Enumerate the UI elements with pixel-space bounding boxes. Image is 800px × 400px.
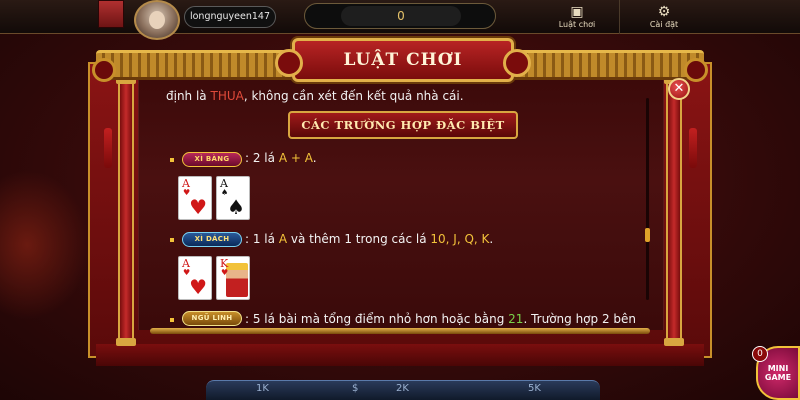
bullet-icon	[170, 318, 174, 322]
mini-game-label-1: MINI	[767, 364, 789, 373]
avatar[interactable]	[134, 0, 180, 40]
card-ace-spades: A ♠ ♠	[216, 176, 250, 220]
intro-text-before: định là	[166, 89, 211, 103]
case-highlight: 21	[508, 312, 524, 326]
background-decoration	[0, 170, 90, 320]
card-king-hearts: K ♥	[216, 256, 250, 300]
bet-bar: 1K $ 2K 5K	[206, 380, 600, 400]
case-text: và thêm 1 trong các lá	[287, 232, 431, 246]
heart-icon: ♥	[189, 195, 207, 219]
settings-button-label: Cài đặt	[649, 20, 679, 29]
bullet-icon	[170, 238, 174, 242]
case-highlight: 10, J, Q, K	[430, 232, 490, 246]
currency-icon: $	[352, 383, 359, 394]
scrollbar-track[interactable]	[646, 98, 649, 300]
heart-icon: ♥	[189, 275, 207, 299]
divider	[619, 0, 620, 34]
intro-text: định là THUA, không cần xét đến kết quả …	[166, 89, 464, 103]
case-highlight: A	[278, 232, 288, 246]
card-ace-hearts: A ♥ ♥	[178, 256, 212, 300]
top-bar: longnguyeen147 0 ▣ Luật chơi ⚙ Cài đặt	[0, 0, 800, 40]
xi-bang-description: : 2 lá A + A.	[245, 151, 317, 165]
tassel-left	[104, 128, 112, 168]
intro-loss-highlight: THUA	[210, 89, 244, 103]
mini-game-count-badge: 0	[752, 346, 768, 362]
bullet-icon	[170, 158, 174, 162]
panel-bottom-edge	[150, 328, 650, 334]
username-label: longnguyeen147	[184, 6, 276, 28]
modal-title: LUẬT CHƠI	[275, 38, 531, 82]
heart-icon: ♥	[221, 268, 229, 277]
xi-dach-badge: XÌ DÁCH	[182, 232, 242, 247]
case-text: .	[489, 232, 494, 246]
roof-ornament-left	[92, 58, 116, 82]
rules-book-icon: ▣	[570, 4, 584, 20]
xi-bang-badge: XÌ BÀNG	[182, 152, 242, 167]
close-button[interactable]: ✕	[668, 78, 690, 100]
ngu-linh-badge: NGŨ LINH	[182, 311, 242, 326]
scrollbar-thumb[interactable]	[645, 228, 650, 242]
right-pillar	[664, 76, 684, 346]
bet-option[interactable]: 1K	[256, 383, 269, 394]
roof-ornament-right	[684, 58, 708, 82]
mini-game-label-2: GAME	[764, 373, 792, 382]
tassel-right	[689, 128, 697, 168]
menu-tab[interactable]	[98, 0, 124, 28]
spade-icon: ♠	[227, 195, 245, 219]
case-text: .	[312, 151, 317, 165]
card-ace-hearts: A ♥ ♥	[178, 176, 212, 220]
avatar-face	[149, 11, 165, 29]
left-pillar	[116, 76, 136, 346]
king-artwork	[226, 263, 248, 297]
ngu-linh-description: : 5 lá bài mà tổng điểm nhỏ hơn hoặc bằn…	[245, 312, 636, 326]
xi-dach-description: : 1 lá A và thêm 1 trong các lá 10, J, Q…	[245, 232, 493, 246]
bet-option[interactable]: 5K	[528, 383, 541, 394]
case-text: : 5 lá bài mà tổng điểm nhỏ hơn hoặc bằn…	[245, 312, 509, 326]
modal-base	[96, 344, 704, 366]
gear-icon: ⚙	[657, 4, 671, 20]
settings-button[interactable]: ⚙ Cài đặt	[632, 0, 696, 34]
case-text: : 1 lá	[245, 232, 279, 246]
rules-button-label: Luật chơi	[558, 20, 596, 29]
section-title: CÁC TRƯỜNG HỢP ĐẶC BIỆT	[288, 111, 518, 139]
balance-value: 0	[341, 6, 461, 26]
case-text: . Trường hợp 2 bên	[523, 312, 636, 326]
balance-box: 0	[304, 3, 496, 29]
bet-option[interactable]: 2K	[396, 383, 409, 394]
rules-button[interactable]: ▣ Luật chơi	[548, 0, 606, 34]
intro-text-after: , không cần xét đến kết quả nhà cái.	[243, 89, 464, 103]
case-highlight: A + A	[278, 151, 313, 165]
case-text: : 2 lá	[245, 151, 279, 165]
